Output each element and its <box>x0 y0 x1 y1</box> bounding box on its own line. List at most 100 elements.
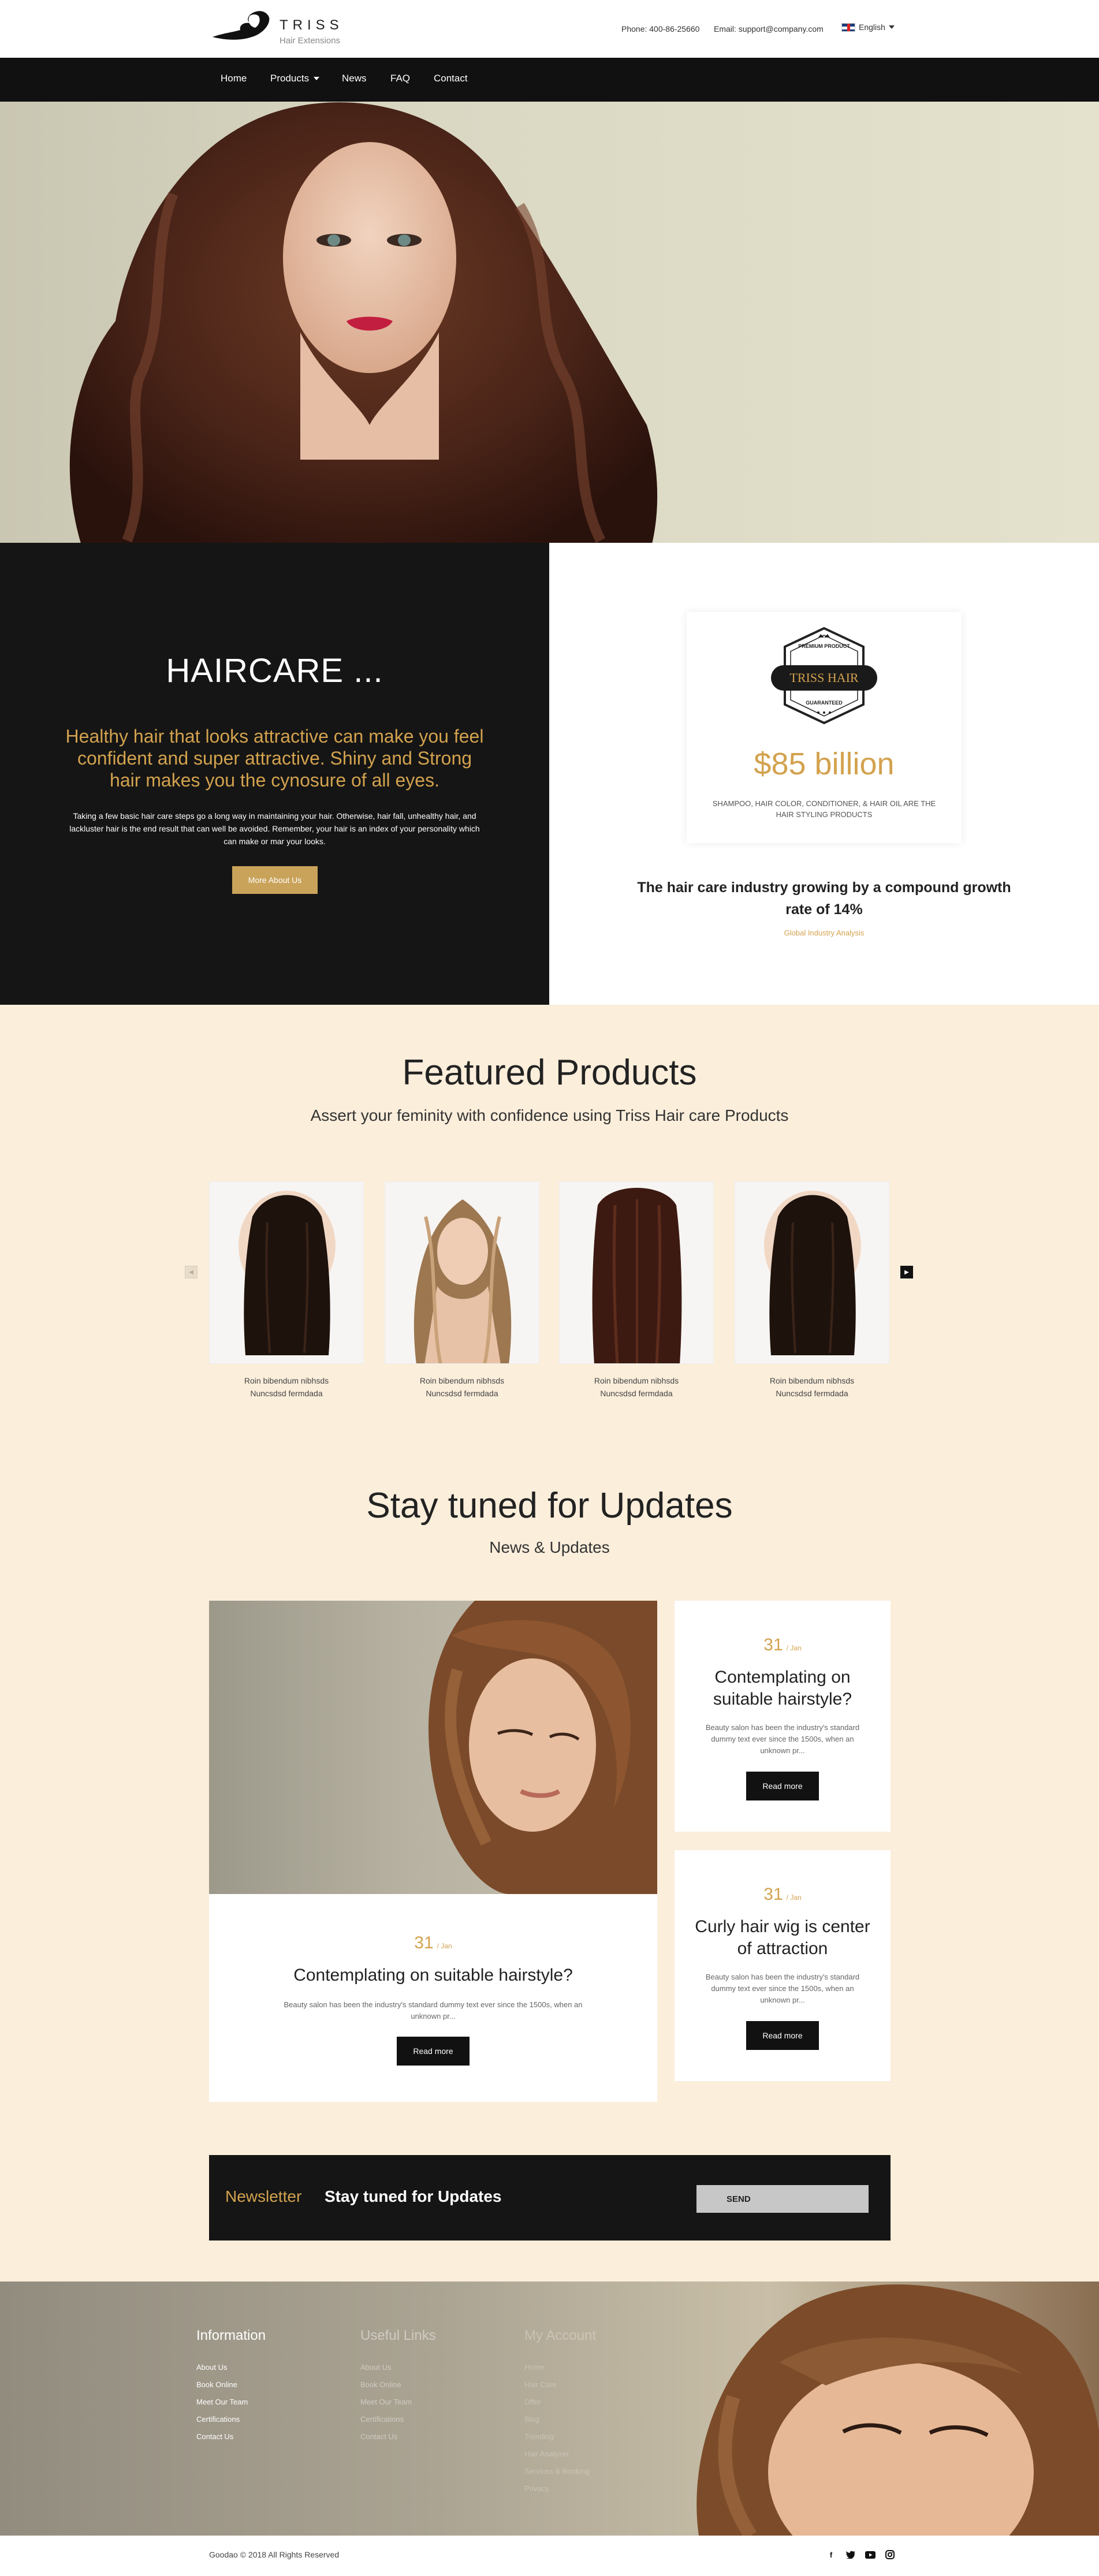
product-card[interactable]: Roin bibendum nibhsds Nuncsdsd fermdada <box>559 1181 714 1400</box>
product-subname: Nuncsdsd fermdada <box>600 1389 673 1398</box>
header-phone: Phone: 400-86-25660 <box>621 24 700 33</box>
news-card: 31/ Jan Curly hair wig is center of attr… <box>675 1850 891 2081</box>
badge-main-text: TRISS HAIR <box>789 670 859 685</box>
footer-information-title: Information <box>196 2328 266 2343</box>
nav-news[interactable]: News <box>342 73 367 84</box>
instagram-icon[interactable] <box>885 2549 895 2560</box>
news-excerpt: Beauty salon has been the industry's sta… <box>705 1723 860 1755</box>
haircare-title: HAIRCARE ... <box>166 652 383 689</box>
product-name: Roin bibendum nibhsds <box>419 1376 505 1385</box>
footer-link[interactable]: About Us <box>360 2359 436 2376</box>
uk-flag-icon <box>841 23 855 32</box>
main-navigation: Home Products News FAQ Contact <box>0 58 1099 102</box>
read-more-button[interactable]: Read more <box>746 1772 819 1800</box>
footer-link[interactable]: Services & Booking <box>524 2463 596 2480</box>
updates-title: Stay tuned for Updates <box>366 1486 733 1526</box>
footer-link[interactable]: Contact Us <box>360 2428 436 2445</box>
news-card: 31/ Jan Contemplating on suitable hairst… <box>675 1601 891 1832</box>
brand-logo[interactable]: TRISS Hair Extensions <box>209 8 353 50</box>
product-card[interactable]: Roin bibendum nibhsds Nuncsdsd fermdada <box>209 1181 364 1400</box>
product-name: Roin bibendum nibhsds <box>769 1376 855 1385</box>
news-title[interactable]: Contemplating on suitable hairstyle? <box>209 1966 657 1985</box>
footer-link[interactable]: Contact Us <box>196 2428 266 2445</box>
footer-information: Information About Us Book Online Meet Ou… <box>196 2328 266 2445</box>
news-date: 31/ Jan <box>675 1885 891 1904</box>
footer-link[interactable]: Meet Our Team <box>196 2394 266 2411</box>
chevron-down-icon <box>314 77 320 80</box>
header-email[interactable]: Email: support@company.com <box>714 24 824 33</box>
industry-stats-section: PREMIUM PRODUCT TRISS HAIR GUARANTEED $8… <box>549 543 1099 1005</box>
brand-name: TRISS <box>280 17 344 33</box>
footer-link[interactable]: About Us <box>196 2359 266 2376</box>
news-month: / Jan <box>786 1893 802 1902</box>
nav-contact-label: Contact <box>434 73 468 84</box>
footer-useful-links: Useful Links About Us Book Online Meet O… <box>360 2328 436 2445</box>
language-label: English <box>859 23 885 32</box>
footer-link[interactable]: Hair Care <box>524 2376 596 2394</box>
footer-link[interactable]: Hair Analyzer <box>524 2445 596 2463</box>
featured-title: Featured Products <box>402 1053 697 1093</box>
product-subname: Nuncsdsd fermdada <box>776 1389 848 1398</box>
facebook-icon[interactable]: f <box>826 2549 836 2560</box>
product-card[interactable]: Roin bibendum nibhsds Nuncsdsd fermdada <box>385 1181 539 1400</box>
copyright-bar: Goodao © 2018 All Rights Reserved f <box>0 2536 1099 2576</box>
footer-useful-title: Useful Links <box>360 2328 436 2343</box>
news-month: / Jan <box>437 1942 452 1950</box>
product-caption: Roin bibendum nibhsds Nuncsdsd fermdada <box>735 1374 889 1400</box>
news-day: 31 <box>414 1933 434 1952</box>
news-featured-image <box>209 1601 657 1894</box>
nav-faq[interactable]: FAQ <box>390 73 410 84</box>
news-month: / Jan <box>786 1644 802 1652</box>
read-more-button[interactable]: Read more <box>746 2021 819 2050</box>
industry-analysis-link[interactable]: Global Industry Analysis <box>549 929 1099 937</box>
nav-faq-label: FAQ <box>390 73 411 84</box>
footer-account-title: My Account <box>524 2328 597 2343</box>
footer-link[interactable]: Certifications <box>196 2411 266 2428</box>
footer-link[interactable]: Blog <box>524 2411 596 2428</box>
product-image <box>559 1181 714 1364</box>
stat-headline: The hair care industry growing by a comp… <box>637 879 1011 918</box>
news-title[interactable]: Contemplating on suitable hairstyle? <box>692 1667 873 1710</box>
product-subname: Nuncsdsd fermdada <box>250 1389 323 1398</box>
more-about-us-button[interactable]: More About Us <box>232 866 318 894</box>
footer-link[interactable]: Book Online <box>196 2376 266 2394</box>
product-caption: Roin bibendum nibhsds Nuncsdsd fermdada <box>559 1374 714 1400</box>
footer-model-image <box>696 2284 1099 2536</box>
footer-link[interactable]: Offer <box>524 2394 596 2411</box>
stat-value: $85 billion <box>754 747 895 781</box>
social-links: f <box>826 2549 895 2560</box>
nav-products[interactable]: Products <box>270 73 320 84</box>
carousel-next-button[interactable]: ▶ <box>900 1266 913 1278</box>
nav-home[interactable]: Home <box>221 73 247 84</box>
footer-link[interactable]: Book Online <box>360 2376 436 2394</box>
footer-link[interactable]: Certifications <box>360 2411 436 2428</box>
haircare-lead: Healthy hair that looks attractive can m… <box>65 726 484 791</box>
language-selector[interactable]: English <box>841 23 895 32</box>
news-title[interactable]: Curly hair wig is center of attraction <box>692 1916 873 1960</box>
footer-link[interactable]: Trending <box>524 2428 596 2445</box>
product-image <box>385 1181 539 1364</box>
footer-link[interactable]: Meet Our Team <box>360 2394 436 2411</box>
chevron-down-icon <box>888 25 895 29</box>
news-day: 31 <box>763 1635 783 1654</box>
news-excerpt: Beauty salon has been the industry's sta… <box>705 1973 860 2004</box>
product-card[interactable]: Roin bibendum nibhsds Nuncsdsd fermdada <box>735 1181 889 1400</box>
nav-products-label: Products <box>270 73 310 84</box>
product-name: Roin bibendum nibhsds <box>594 1376 679 1385</box>
footer-link[interactable]: Home <box>524 2359 596 2376</box>
newsletter-bar: Newsletter Stay tuned for Updates SEND <box>209 2155 891 2241</box>
carousel-prev-button[interactable]: ◀ <box>185 1266 198 1278</box>
top-header: TRISS Hair Extensions Phone: 400-86-2566… <box>0 0 1099 58</box>
nav-news-label: News <box>342 73 367 84</box>
featured-subtitle: Assert your feminity with confidence usi… <box>310 1106 789 1124</box>
brand-tagline: Hair Extensions <box>280 36 341 46</box>
news-excerpt: Beauty salon has been the industry's sta… <box>284 2000 583 2020</box>
newsletter-send-button[interactable]: SEND <box>696 2185 869 2213</box>
badge-top-text: PREMIUM PRODUCT <box>798 643 850 649</box>
footer-link[interactable]: Privacy <box>524 2480 596 2497</box>
haircare-text: Taking a few basic hair care steps go a … <box>69 811 480 846</box>
twitter-icon[interactable] <box>845 2549 856 2560</box>
read-more-button[interactable]: Read more <box>397 2037 470 2066</box>
youtube-icon[interactable] <box>865 2549 876 2560</box>
nav-contact[interactable]: Contact <box>434 73 468 84</box>
